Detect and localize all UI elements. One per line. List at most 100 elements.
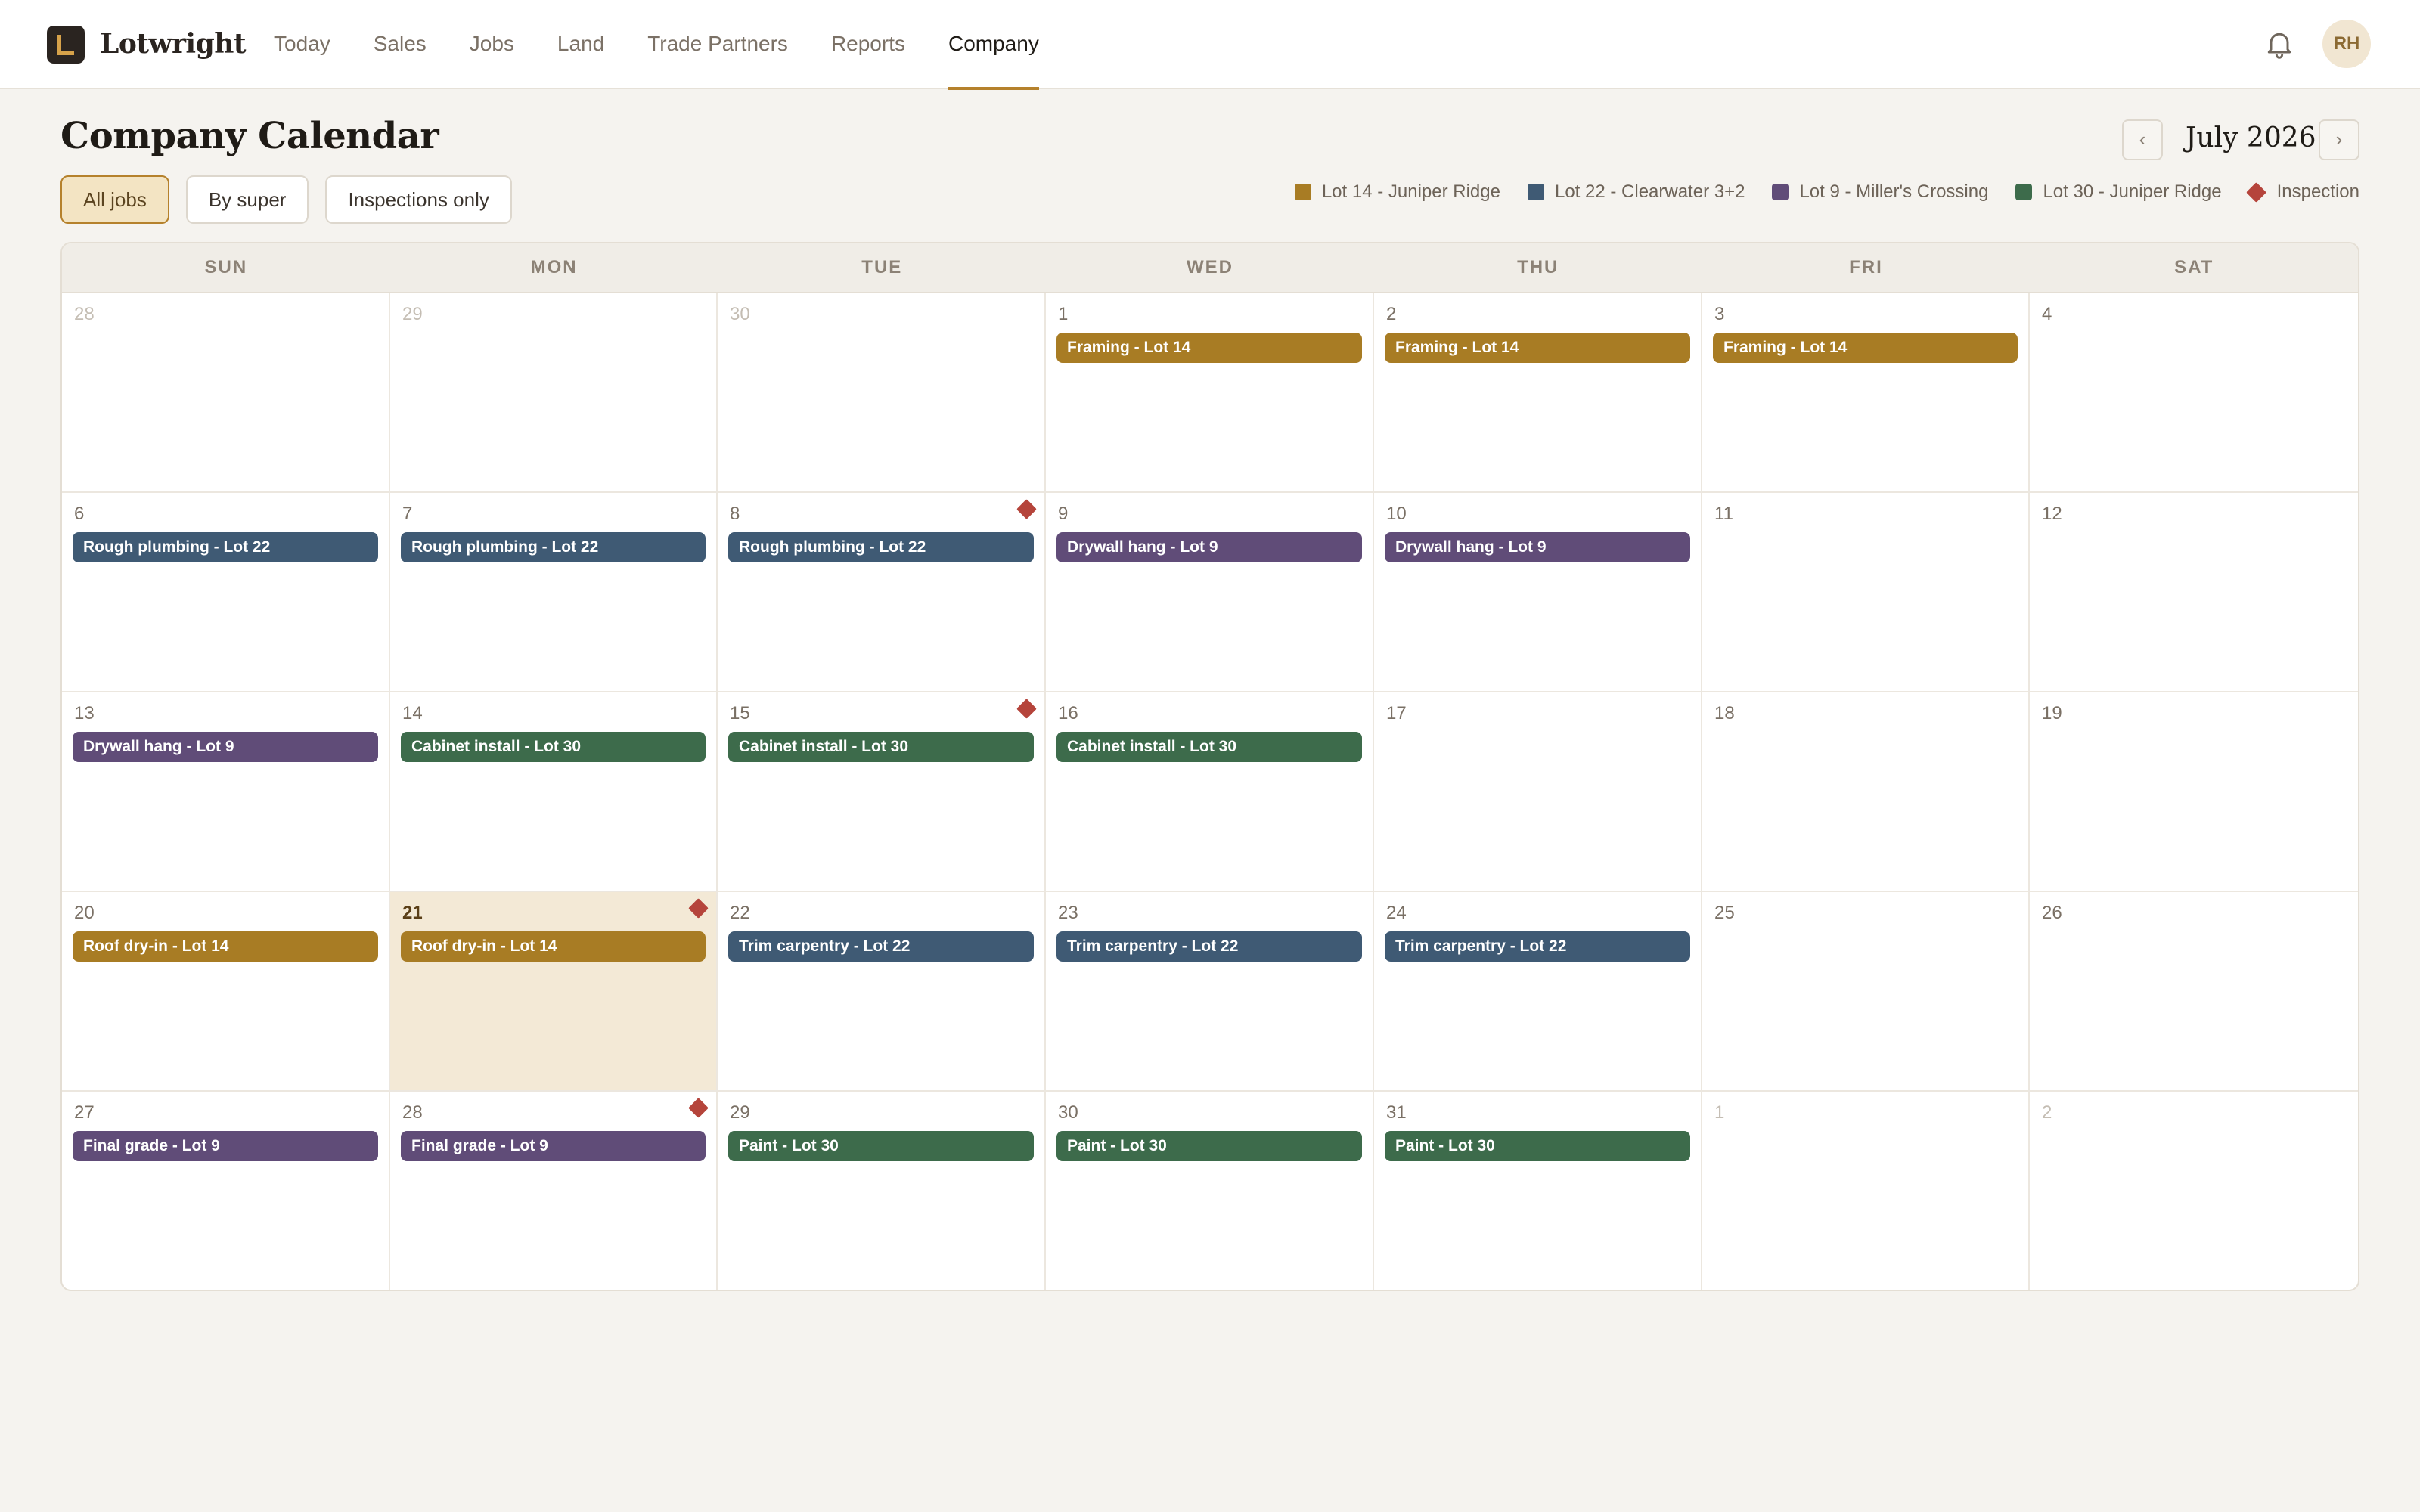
calendar-day-cell[interactable]: 3 Framing - Lot 14 <box>1702 293 2030 493</box>
calendar-day-cell[interactable]: 23 Trim carpentry - Lot 22 <box>1046 892 1374 1092</box>
event-chip[interactable]: Rough plumbing - Lot 22 <box>73 532 378 562</box>
calendar-day-cell[interactable]: 26 <box>2030 892 2358 1092</box>
legend-label: Lot 30 - Juniper Ridge <box>2043 181 2222 202</box>
event-chip[interactable]: Final grade - Lot 9 <box>73 1131 378 1161</box>
calendar-day-cell[interactable]: 7 Rough plumbing - Lot 22 <box>390 493 718 692</box>
legend-label: Lot 22 - Clearwater 3+2 <box>1554 181 1745 202</box>
day-number: 22 <box>730 903 750 923</box>
event-chip[interactable]: Drywall hang - Lot 9 <box>1056 532 1362 562</box>
calendar-day-cell[interactable]: 8 Rough plumbing - Lot 22 <box>718 493 1046 692</box>
calendar-day-cell[interactable]: 30 Paint - Lot 30 <box>1046 1092 1374 1290</box>
event-chip[interactable]: Paint - Lot 30 <box>1385 1131 1690 1161</box>
event-chip[interactable]: Framing - Lot 14 <box>1713 333 2018 363</box>
calendar-day-cell[interactable]: 14 Cabinet install - Lot 30 <box>390 692 718 892</box>
day-number: 4 <box>2042 304 2052 324</box>
nav-item-trade-partners[interactable]: Trade Partners <box>647 0 788 89</box>
filter-inspections-only-button[interactable]: Inspections only <box>325 175 512 224</box>
nav-item-sales[interactable]: Sales <box>374 0 427 89</box>
event-chip[interactable]: Drywall hang - Lot 9 <box>1385 532 1690 562</box>
event-chip[interactable]: Framing - Lot 14 <box>1385 333 1690 363</box>
calendar-day-cell[interactable]: 12 <box>2030 493 2358 692</box>
calendar-day-cell[interactable]: 10 Drywall hang - Lot 9 <box>1374 493 1702 692</box>
calendar-day-cell[interactable]: 11 <box>1702 493 2030 692</box>
inspection-diamond-icon[interactable] <box>688 898 709 919</box>
weekday-tue: TUE <box>861 257 903 277</box>
day-number: 1 <box>1058 304 1069 324</box>
calendar-day-cell[interactable]: 15 Cabinet install - Lot 30 <box>718 692 1046 892</box>
calendar-day-cell[interactable]: 4 <box>2030 293 2358 493</box>
day-number: 21 <box>402 903 423 923</box>
event-chip[interactable]: Framing - Lot 14 <box>1056 333 1362 363</box>
bell-icon[interactable] <box>2263 27 2296 60</box>
calendar-day-cell[interactable]: 1 Framing - Lot 14 <box>1046 293 1374 493</box>
day-number: 23 <box>1058 903 1078 923</box>
calendar-day-cell[interactable]: 13 Drywall hang - Lot 9 <box>62 692 390 892</box>
nav-item-company[interactable]: Company <box>948 0 1039 90</box>
calendar-day-cell[interactable]: 20 Roof dry-in - Lot 14 <box>62 892 390 1092</box>
nav-item-today[interactable]: Today <box>274 0 330 89</box>
weekday-mon: MON <box>530 257 578 277</box>
calendar-day-cell[interactable]: 9 Drywall hang - Lot 9 <box>1046 493 1374 692</box>
weekday-sun: SUN <box>204 257 248 277</box>
nav-item-reports[interactable]: Reports <box>831 0 905 89</box>
event-chip[interactable]: Trim carpentry - Lot 22 <box>1385 931 1690 962</box>
filter-by-super-button[interactable]: By super <box>185 175 309 224</box>
day-number: 6 <box>74 503 85 524</box>
day-number: 15 <box>730 703 750 723</box>
nav-item-jobs[interactable]: Jobs <box>470 0 514 89</box>
filter-all-jobs-button[interactable]: All jobs <box>60 175 169 224</box>
day-number: 19 <box>2042 703 2062 723</box>
brand-name[interactable]: Lotwright <box>100 28 247 60</box>
event-chip[interactable]: Cabinet install - Lot 30 <box>728 732 1034 762</box>
calendar-day-cell[interactable]: 22 Trim carpentry - Lot 22 <box>718 892 1046 1092</box>
event-chip[interactable]: Final grade - Lot 9 <box>401 1131 706 1161</box>
legend-item: Lot 14 - Juniper Ridge <box>1294 181 1500 203</box>
event-chip[interactable]: Trim carpentry - Lot 22 <box>728 931 1034 962</box>
calendar-day-cell[interactable]: 28 <box>62 293 390 493</box>
day-number: 3 <box>1714 304 1725 324</box>
event-chip[interactable]: Paint - Lot 30 <box>1056 1131 1362 1161</box>
user-avatar[interactable]: RH <box>2322 20 2371 68</box>
inspection-diamond-icon[interactable] <box>688 1098 709 1118</box>
weekday-header: SUN MON TUE WED THU FRI SAT <box>62 243 2358 293</box>
calendar-day-cell[interactable]: 17 <box>1374 692 1702 892</box>
calendar-day-cell[interactable]: 30 <box>718 293 1046 493</box>
calendar-day-cell[interactable]: 31 Paint - Lot 30 <box>1374 1092 1702 1290</box>
calendar-day-cell[interactable]: 27 Final grade - Lot 9 <box>62 1092 390 1290</box>
calendar-day-cell[interactable]: 2 Framing - Lot 14 <box>1374 293 1702 493</box>
calendar-day-cell[interactable]: 16 Cabinet install - Lot 30 <box>1046 692 1374 892</box>
nav-item-land[interactable]: Land <box>557 0 604 89</box>
event-chip[interactable]: Paint - Lot 30 <box>728 1131 1034 1161</box>
calendar-day-cell[interactable]: 25 <box>1702 892 2030 1092</box>
legend-item: Lot 9 - Miller's Crossing <box>1772 181 1988 203</box>
calendar-day-cell[interactable]: 18 <box>1702 692 2030 892</box>
day-number: 8 <box>730 503 740 524</box>
inspection-diamond-icon[interactable] <box>1016 499 1037 519</box>
day-number: 16 <box>1058 703 1078 723</box>
month-label: July 2026 <box>2186 122 2316 153</box>
brand-logo-icon[interactable] <box>47 26 85 64</box>
legend-swatch <box>2015 184 2033 200</box>
event-chip[interactable]: Roof dry-in - Lot 14 <box>401 931 706 962</box>
calendar-day-cell-today[interactable]: 21 Roof dry-in - Lot 14 <box>390 892 718 1092</box>
day-number: 7 <box>402 503 413 524</box>
calendar-day-cell[interactable]: 29 Paint - Lot 30 <box>718 1092 1046 1290</box>
calendar-day-cell[interactable]: 6 Rough plumbing - Lot 22 <box>62 493 390 692</box>
calendar-day-cell[interactable]: 2 <box>2030 1092 2358 1290</box>
calendar-day-cell[interactable]: 28 Final grade - Lot 9 <box>390 1092 718 1290</box>
prev-month-button[interactable]: ‹ <box>2122 119 2163 160</box>
event-chip[interactable]: Roof dry-in - Lot 14 <box>73 931 378 962</box>
event-chip[interactable]: Rough plumbing - Lot 22 <box>728 532 1034 562</box>
calendar-day-cell[interactable]: 19 <box>2030 692 2358 892</box>
calendar-day-cell[interactable]: 29 <box>390 293 718 493</box>
next-month-button[interactable]: › <box>2319 119 2360 160</box>
inspection-diamond-icon[interactable] <box>1016 699 1037 719</box>
event-chip[interactable]: Rough plumbing - Lot 22 <box>401 532 706 562</box>
event-chip[interactable]: Drywall hang - Lot 9 <box>73 732 378 762</box>
day-number: 27 <box>74 1102 95 1123</box>
calendar-day-cell[interactable]: 1 <box>1702 1092 2030 1290</box>
event-chip[interactable]: Cabinet install - Lot 30 <box>1056 732 1362 762</box>
calendar-day-cell[interactable]: 24 Trim carpentry - Lot 22 <box>1374 892 1702 1092</box>
event-chip[interactable]: Trim carpentry - Lot 22 <box>1056 931 1362 962</box>
event-chip[interactable]: Cabinet install - Lot 30 <box>401 732 706 762</box>
